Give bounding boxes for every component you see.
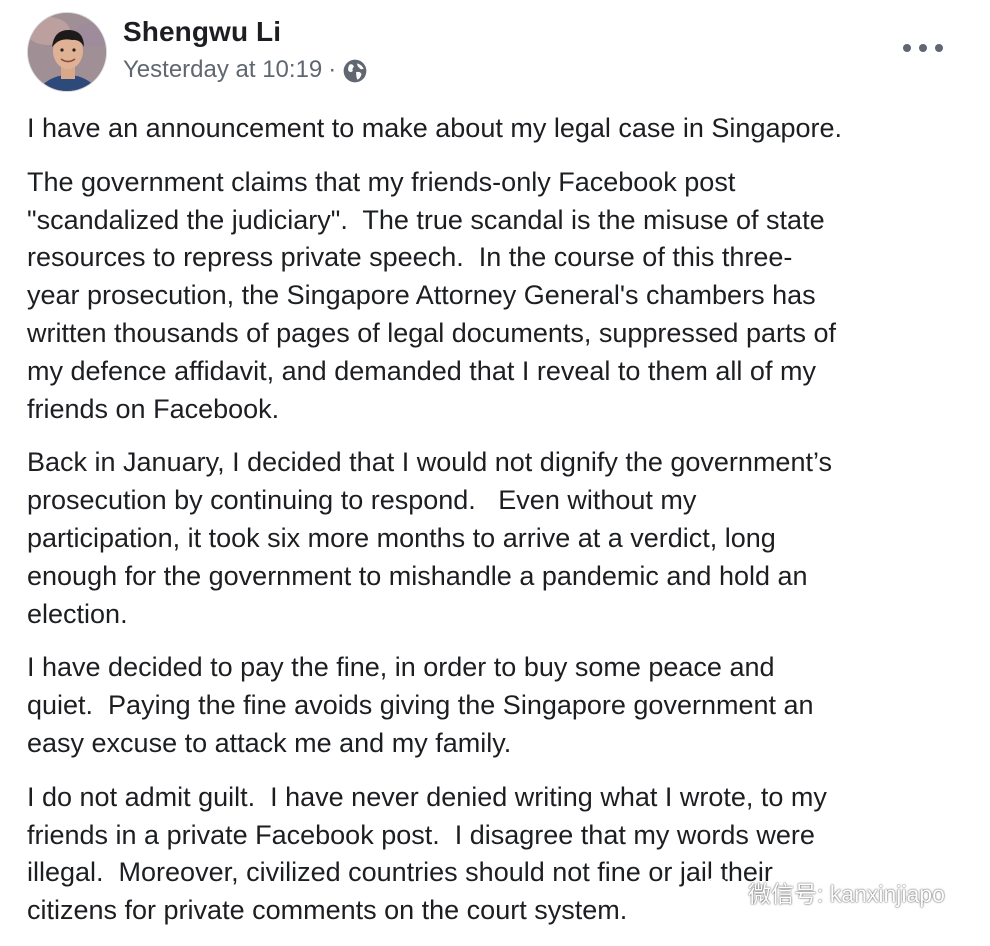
timestamp[interactable]: Yesterday at 10:19 xyxy=(123,56,322,84)
wechat-icon xyxy=(702,877,739,905)
watermark: 微信号: kanxinjiapo xyxy=(702,872,945,912)
post-paragraph: The government claims that my friends-on… xyxy=(27,166,836,424)
dot-icon xyxy=(903,44,911,52)
post-header: Shengwu Li Yesterday at 10:19 · xyxy=(27,12,963,94)
meta-separator: · xyxy=(328,56,337,83)
author-name[interactable]: Shengwu Li xyxy=(123,16,281,48)
post-meta: Yesterday at 10:19 · xyxy=(123,56,368,84)
post-paragraph: Back in January, I decided that I would … xyxy=(27,447,832,629)
avatar-image xyxy=(28,13,106,91)
dot-icon xyxy=(935,44,943,52)
more-options-icon[interactable] xyxy=(903,36,943,60)
post-paragraph: I have decided to pay the fine, in order… xyxy=(27,652,814,758)
watermark-text: 微信号: kanxinjiapo xyxy=(748,881,945,907)
avatar[interactable] xyxy=(27,12,107,92)
globe-icon[interactable] xyxy=(342,58,368,84)
dot-icon xyxy=(919,44,927,52)
post-paragraph: I have an announcement to make about my … xyxy=(27,113,843,143)
post-body: I have an announcement to make about my … xyxy=(27,110,972,946)
